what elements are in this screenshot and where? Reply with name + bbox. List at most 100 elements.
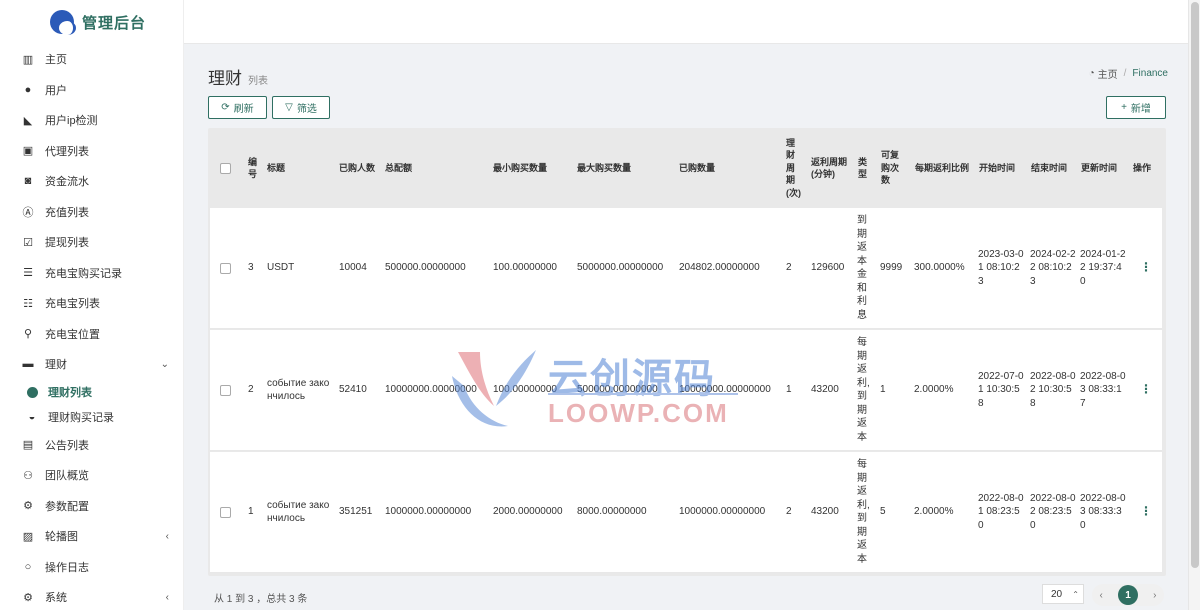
cell-title: USDT (267, 262, 295, 274)
sidebar-item-powerbank-location[interactable]: ⚲ 充电宝位置 (0, 319, 183, 350)
col-period[interactable]: 理财周期(次) (786, 128, 802, 208)
cell-title: событие закончилось (267, 377, 330, 403)
sidebar-item-logs[interactable]: ○ 操作日志 (0, 552, 183, 583)
cell-rebate-period: 43200 (811, 384, 839, 396)
cell-buyers: 351251 (339, 506, 373, 518)
col-type[interactable]: 类型 (858, 128, 870, 208)
row-checkbox[interactable] (220, 330, 234, 450)
pagination-summary: 从 1 到 3 ，总共 3 条 (214, 594, 308, 605)
sidebar-item-powerbank-list[interactable]: ☷ 充电宝列表 (0, 288, 183, 319)
finance-table: 编号 标题 已购人数 总配额 最小购买数量 最大购买数量 已购数量 理财周期(次… (208, 128, 1166, 576)
bath-icon: ◒ (28, 411, 36, 423)
breadcrumb: ◔ 主页 / Finance (1089, 66, 1168, 81)
cell-start: 2023-03-01 08:10:23 (978, 248, 1024, 287)
select-all-checkbox[interactable] (220, 128, 234, 208)
table-row[interactable]: 2 событие закончилось 52410 10000000.000… (210, 330, 1162, 451)
user-icon: ● (24, 83, 32, 96)
page-size-select[interactable]: 20 ⌃ (1042, 584, 1084, 604)
page-scrollbar[interactable] (1188, 0, 1200, 610)
cell-total: 500000.00000000 (385, 262, 466, 274)
sidebar-item-notices[interactable]: ▤ 公告列表 (0, 430, 183, 461)
scrollbar-thumb[interactable] (1191, 2, 1199, 568)
sidebar: 管理后台 ▥ 主页 ● 用户 ◣ 用户ip检测 ▣ 代理列表 ◙ 资金流水 Ⓐ 充值列表 ☑… (0, 0, 184, 610)
col-ratio[interactable]: 每期返利比例 (915, 128, 975, 208)
breadcrumb-current[interactable]: Finance (1132, 68, 1168, 79)
cell-period: 2 (786, 262, 792, 274)
row-actions-icon[interactable]: ⋮ (1140, 208, 1152, 328)
table-row[interactable]: 3 USDT 10004 500000.00000000 100.0000000… (210, 208, 1162, 329)
col-total[interactable]: 总配额 (385, 128, 485, 208)
list-alt-icon: ☷ (23, 297, 33, 310)
cell-id: 1 (248, 506, 254, 518)
chevron-left-icon: ‹ (165, 591, 169, 603)
col-repurchase[interactable]: 可复购次数 (881, 128, 905, 208)
sidebar-item-powerbank-orders[interactable]: ☰ 充电宝购买记录 (0, 258, 183, 289)
cell-bought: 204802.00000000 (679, 262, 760, 274)
chevron-up-icon: ⌃ (1072, 589, 1079, 599)
col-updated[interactable]: 更新时间 (1081, 128, 1127, 208)
row-actions-icon[interactable]: ⋮ (1140, 330, 1152, 450)
sidebar-item-agents[interactable]: ▣ 代理列表 (0, 136, 183, 167)
row-checkbox[interactable] (220, 452, 234, 572)
list-icon: ☰ (23, 267, 33, 280)
check-square-icon: ☑ (23, 236, 33, 249)
col-title[interactable]: 标题 (267, 128, 327, 208)
row-actions-icon[interactable]: ⋮ (1140, 452, 1152, 572)
col-end[interactable]: 结束时间 (1031, 128, 1077, 208)
prev-page-button[interactable]: ‹ (1100, 590, 1103, 601)
money-icon: ◙ (24, 175, 32, 188)
logo[interactable]: 管理后台 (0, 0, 183, 44)
cell-repurchase: 5 (880, 506, 886, 518)
refresh-button[interactable]: ⟳ 刷新 (208, 96, 267, 119)
add-button[interactable]: + 新增 (1106, 96, 1166, 119)
filter-button[interactable]: ▽ 筛选 (272, 96, 330, 119)
archive-icon: ▬ (22, 358, 34, 371)
cell-end: 2022-08-02 08:23:50 (1030, 492, 1076, 531)
sidebar-item-withdraw[interactable]: ☑ 提现列表 (0, 227, 183, 258)
cell-repurchase: 1 (880, 384, 886, 396)
sidebar-item-config[interactable]: ⚙ 参数配置 (0, 491, 183, 522)
col-bought[interactable]: 已购数量 (679, 128, 779, 208)
refresh-icon: ⟳ (221, 102, 230, 113)
row-checkbox[interactable] (220, 208, 234, 328)
cell-updated: 2022-08-03 08:33:17 (1080, 370, 1126, 409)
cell-ratio: 2.0000% (914, 506, 954, 518)
col-start[interactable]: 开始时间 (979, 128, 1025, 208)
col-id[interactable]: 编号 (248, 128, 260, 208)
sidebar-item-finance-orders[interactable]: ◒ 理财购买记录 (0, 405, 183, 430)
bar-chart-icon: ▥ (22, 53, 34, 66)
main-content: 理财 列表 ◔ 主页 / Finance ⟳ 刷新 ▽ 筛选 + 新增 编号 标题 已购… (184, 44, 1188, 610)
sidebar-item-home[interactable]: ▥ 主页 (0, 44, 183, 75)
active-dot-icon (26, 386, 38, 398)
col-min-buy[interactable]: 最小购买数量 (493, 128, 573, 208)
sidebar-item-recharge[interactable]: Ⓐ 充值列表 (0, 197, 183, 228)
col-max-buy[interactable]: 最大购买数量 (577, 128, 672, 208)
sidebar-item-system[interactable]: ⚙ 系统 ‹ (0, 582, 183, 610)
sidebar-item-user-ip[interactable]: ◣ 用户ip检测 (0, 105, 183, 136)
chevron-down-icon: ⌄ (160, 358, 169, 370)
sidebar-item-users[interactable]: ● 用户 (0, 75, 183, 106)
cell-total: 10000000.00000000 (385, 384, 477, 396)
cell-end: 2024-02-22 08:10:23 (1030, 248, 1076, 287)
pagination: ‹ 1 › (1092, 584, 1164, 606)
sidebar-item-finance[interactable]: ▬ 理财 ⌄ (0, 349, 183, 380)
sidebar-menu: ▥ 主页 ● 用户 ◣ 用户ip检测 ▣ 代理列表 ◙ 资金流水 Ⓐ 充值列表 ☑ 提现列表 … (0, 44, 183, 610)
col-buyers[interactable]: 已购人数 (339, 128, 379, 208)
gear-icon: ⚙ (23, 591, 33, 604)
sidebar-item-banners[interactable]: ▨ 轮播图 ‹ (0, 521, 183, 552)
table-row[interactable]: 1 событие закончилось 351251 1000000.000… (210, 452, 1162, 573)
logo-icon (50, 10, 76, 35)
table-footer: 从 1 到 3 ，总共 3 条 20 ⌃ ‹ 1 › (208, 584, 1166, 610)
cell-buyers: 52410 (339, 384, 367, 396)
page-1-button[interactable]: 1 (1117, 585, 1138, 605)
sidebar-item-finance-list[interactable]: 理财列表 (0, 380, 183, 405)
cell-repurchase: 9999 (880, 262, 903, 274)
col-rebate-period[interactable]: 返利周期(分钟) (811, 128, 851, 208)
next-page-button[interactable]: › (1153, 590, 1156, 601)
breadcrumb-home[interactable]: 主页 (1098, 66, 1118, 81)
sidebar-item-team[interactable]: ⚇ 团队概览 (0, 460, 183, 491)
cell-end: 2022-08-02 10:30:58 (1030, 370, 1076, 409)
sidebar-item-fund-flow[interactable]: ◙ 资金流水 (0, 166, 183, 197)
table-header: 编号 标题 已购人数 总配额 最小购买数量 最大购买数量 已购数量 理财周期(次… (208, 128, 1166, 208)
circle-icon: ○ (24, 560, 32, 573)
